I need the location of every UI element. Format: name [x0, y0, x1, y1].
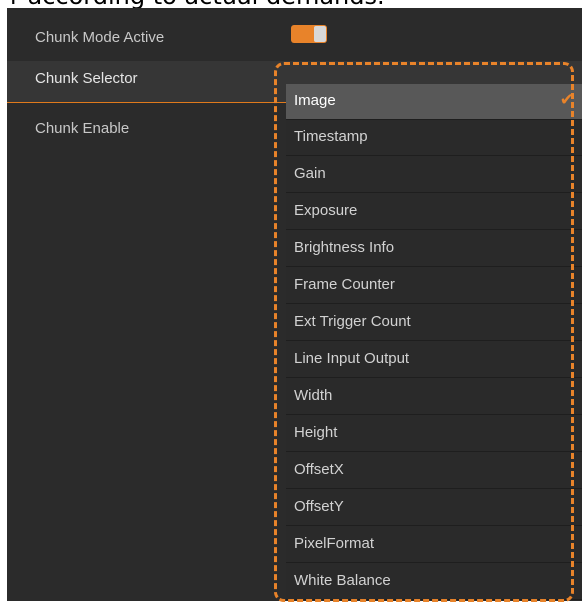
option-label: Timestamp [294, 128, 368, 145]
param-label-chunk-selector: Chunk Selector [35, 70, 138, 87]
param-label-chunk-mode-active: Chunk Mode Active [35, 29, 165, 46]
dropdown-option-brightness-info[interactable]: Brightness Info [286, 231, 582, 267]
param-label-chunk-enable: Chunk Enable [35, 120, 130, 137]
dropdown-option-exposure[interactable]: Exposure [286, 194, 582, 230]
option-label: Image [294, 92, 336, 109]
dropdown-option-line-input-output[interactable]: Line Input Output [286, 342, 582, 378]
option-label: PixelFormat [294, 535, 375, 552]
dropdown-option-height[interactable]: Height [286, 416, 582, 452]
chunk-selector-dropdown: Image ✔ Timestamp Gain Exposure Brightne… [286, 84, 582, 601]
document-caption: r according to actual demands. [0, 0, 582, 8]
dropdown-option-gain[interactable]: Gain [286, 157, 582, 193]
option-label: OffsetX [294, 461, 344, 478]
check-icon: ✔ [559, 90, 574, 109]
toggle-knob [314, 26, 326, 42]
option-label: Height [294, 424, 338, 441]
option-label: Ext Trigger Count [294, 313, 411, 330]
dropdown-option-frame-counter[interactable]: Frame Counter [286, 268, 582, 304]
dropdown-option-white-balance[interactable]: White Balance [286, 564, 582, 600]
option-label: Gain [294, 165, 326, 182]
option-label: Line Input Output [294, 350, 410, 367]
option-label: Brightness Info [294, 239, 395, 256]
dropdown-option-offsetx[interactable]: OffsetX [286, 453, 582, 489]
caption-text: r according to actual demands. [10, 0, 385, 8]
dropdown-option-offsety[interactable]: OffsetY [286, 490, 582, 526]
option-label: Width [294, 387, 333, 404]
dropdown-option-ext-trigger-count[interactable]: Ext Trigger Count [286, 305, 582, 341]
dropdown-option-width[interactable]: Width [286, 379, 582, 415]
dropdown-option-image[interactable]: Image ✔ [286, 84, 582, 120]
dropdown-option-pixelformat[interactable]: PixelFormat [286, 527, 582, 563]
chunk-mode-toggle[interactable] [291, 25, 327, 43]
dropdown-option-timestamp[interactable]: Timestamp [286, 120, 582, 156]
option-label: Exposure [294, 202, 358, 219]
option-label: White Balance [294, 572, 391, 589]
option-label: OffsetY [294, 498, 344, 515]
option-label: Frame Counter [294, 276, 395, 293]
